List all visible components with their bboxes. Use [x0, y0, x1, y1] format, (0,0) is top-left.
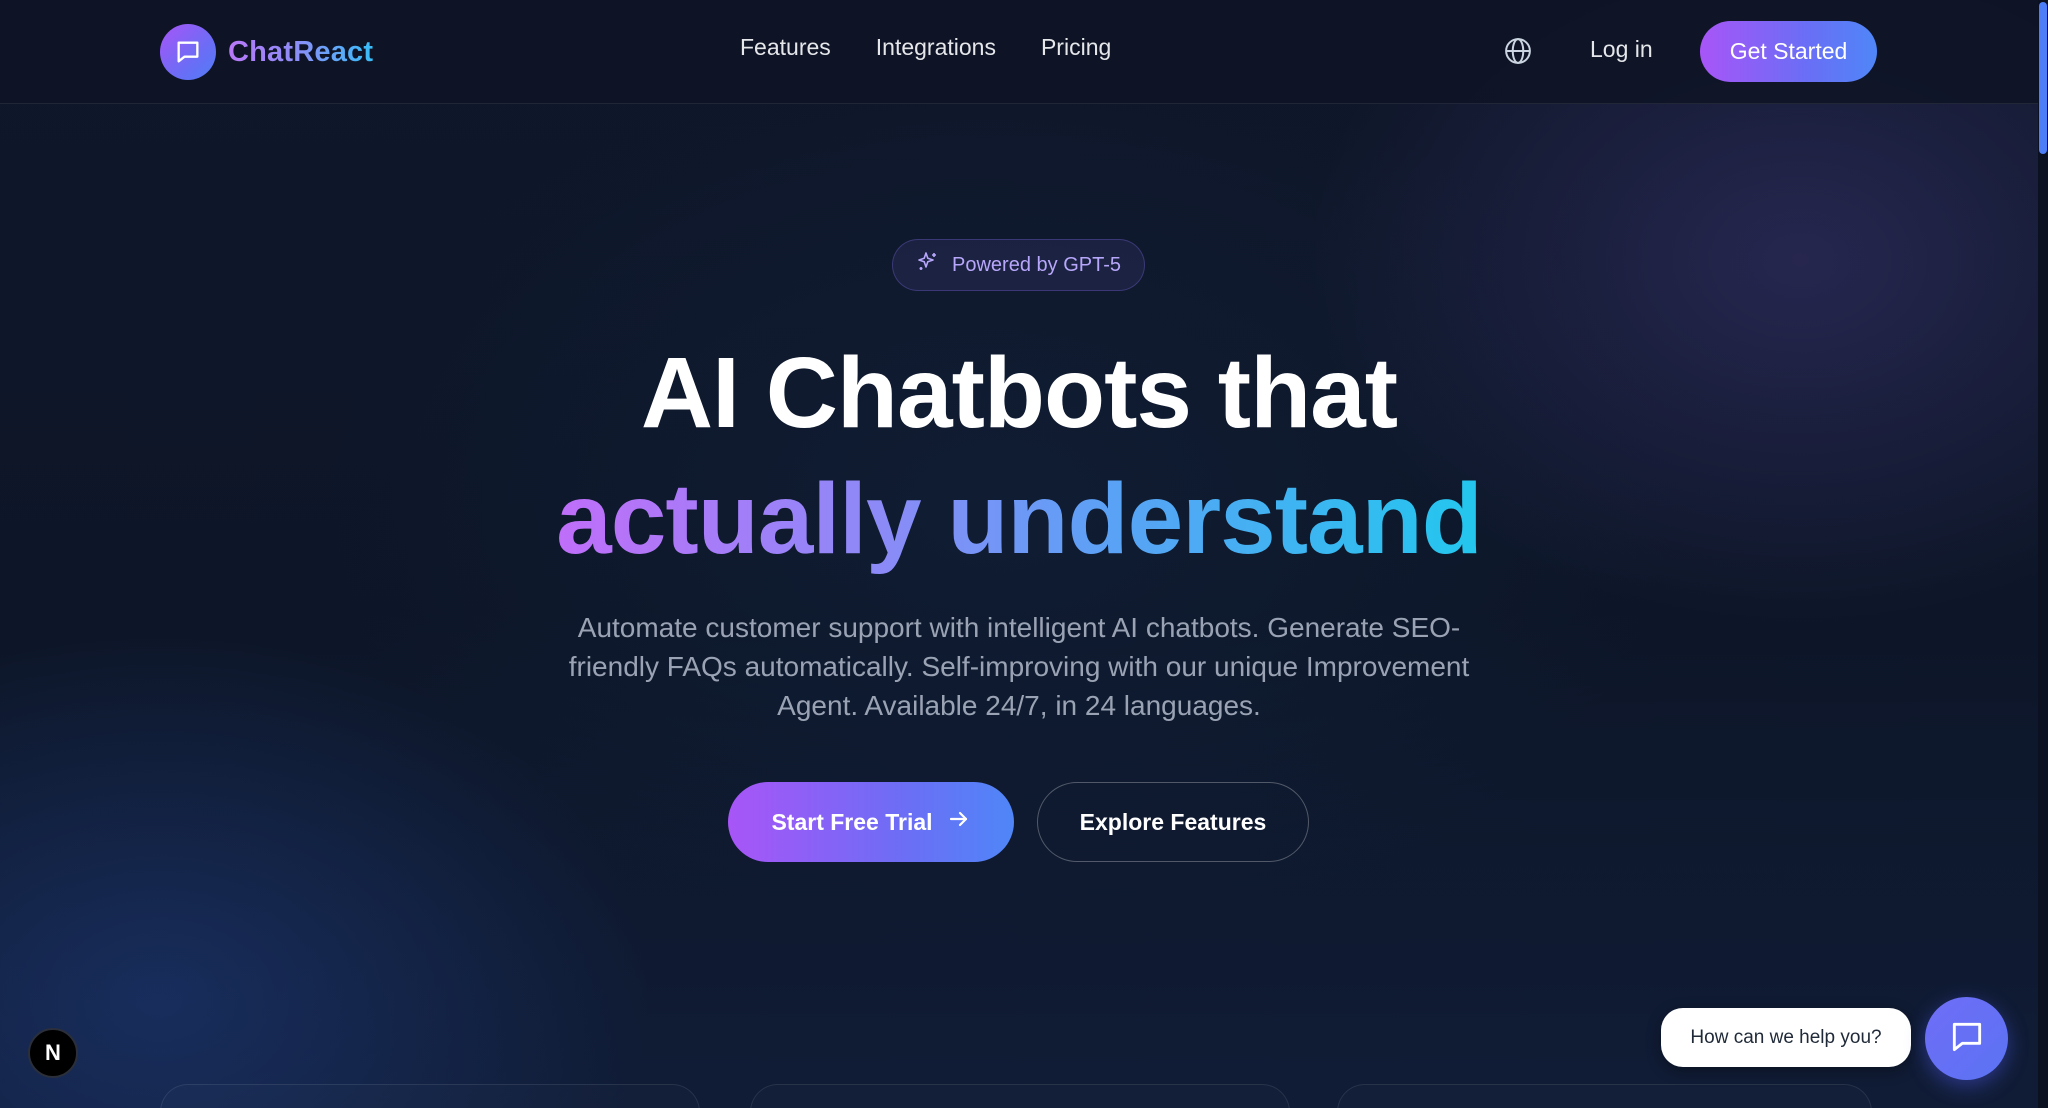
brand-logo-link[interactable]: ChatReact: [160, 24, 373, 80]
chat-icon: [1948, 1018, 1986, 1059]
nextjs-dev-badge[interactable]: N: [28, 1028, 78, 1078]
chat-bubble-logo-icon: [160, 24, 216, 80]
main-nav: Features Integrations Pricing: [740, 34, 1111, 61]
nav-link-features[interactable]: Features: [740, 34, 831, 61]
login-link[interactable]: Log in: [1590, 36, 1653, 63]
top-navigation-bar: ChatReact Features Integrations Pricing …: [0, 0, 2038, 104]
chat-launcher-button[interactable]: [1925, 997, 2008, 1080]
badge-text: Powered by GPT-5: [952, 253, 1121, 276]
get-started-button[interactable]: Get Started: [1700, 21, 1877, 82]
chat-prompt-bubble[interactable]: How can we help you?: [1661, 1008, 1911, 1067]
scrollbar-thumb[interactable]: [2039, 2, 2047, 154]
start-free-trial-label: Start Free Trial: [771, 808, 933, 835]
page-scrollbar[interactable]: [2038, 0, 2048, 1108]
powered-by-badge: Powered by GPT-5: [892, 239, 1145, 291]
nav-link-pricing[interactable]: Pricing: [1041, 34, 1111, 61]
hero-headline: AI Chatbots that actually understand: [0, 330, 2038, 582]
sparkles-icon: [916, 250, 940, 280]
feature-card-1: [160, 1084, 700, 1108]
headline-line-1: AI Chatbots that: [640, 337, 1398, 449]
brand-name: ChatReact: [228, 35, 374, 68]
headline-line-2-gradient: actually understand: [556, 456, 1483, 582]
start-free-trial-button[interactable]: Start Free Trial: [728, 782, 1014, 862]
landing-page: ChatReact Features Integrations Pricing …: [0, 0, 2048, 1108]
hero-subtitle: Automate customer support with intellige…: [568, 612, 1470, 721]
explore-features-button[interactable]: Explore Features: [1037, 782, 1309, 862]
nav-link-integrations[interactable]: Integrations: [876, 34, 996, 61]
globe-icon[interactable]: [1503, 36, 1533, 66]
feature-card-2: [750, 1084, 1290, 1108]
arrow-right-icon: [947, 807, 971, 837]
feature-card-3: [1337, 1084, 1872, 1108]
